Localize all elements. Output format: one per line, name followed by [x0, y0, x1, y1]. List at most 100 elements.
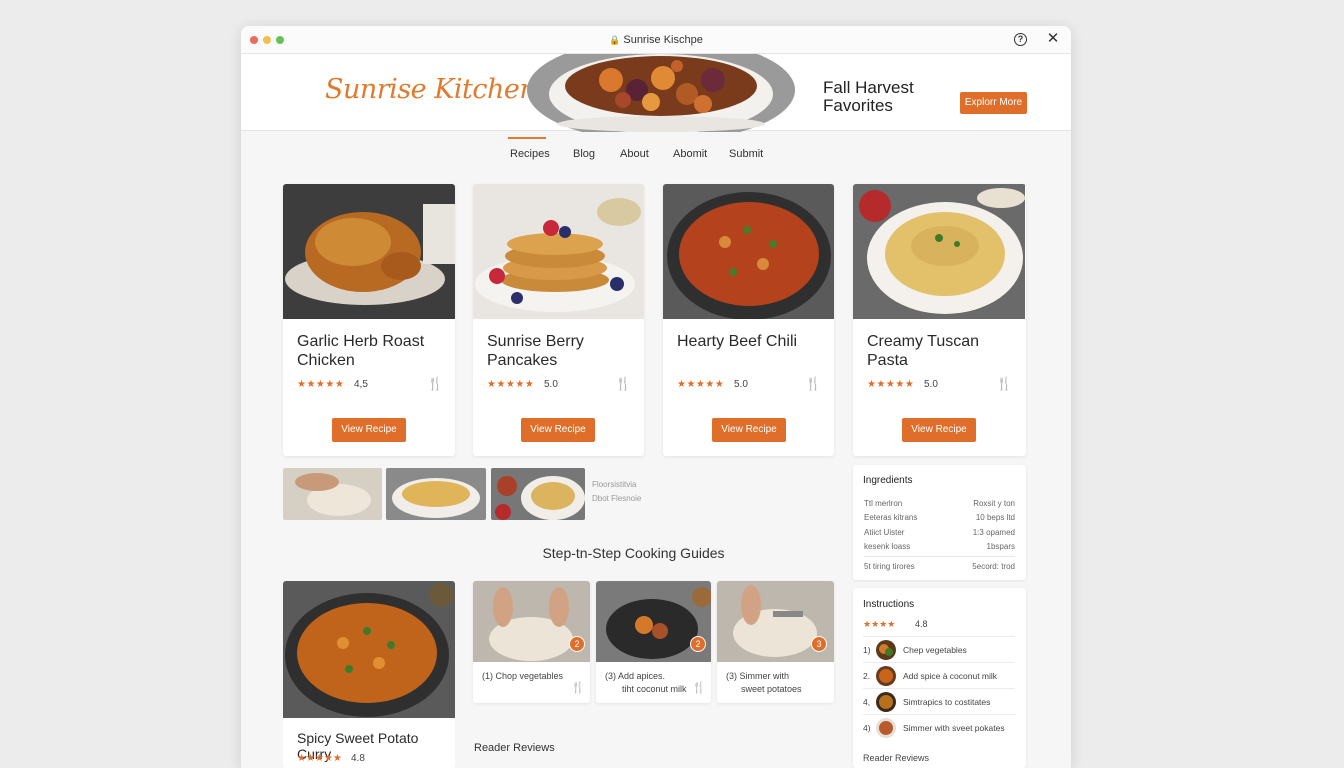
utensils-icon: 🍴	[427, 376, 444, 391]
step-number-badge: 2	[569, 636, 585, 652]
reader-reviews-heading: Reader Reviews	[474, 742, 555, 754]
rating-value: 5.0	[544, 379, 558, 390]
tuscan-pasta-photo	[853, 184, 1025, 319]
rating-value: 5.0	[924, 379, 938, 390]
instruction-number: 1)	[863, 645, 871, 655]
ingredient-row: Atiict Uister 1:3 opamed	[864, 528, 1015, 537]
recipe-card[interactable]: Sunrise Berry Pancakes ★★★★★ 5.0 🍴 View …	[473, 184, 644, 456]
nav-item-blog[interactable]: Blog	[573, 148, 595, 160]
hero-title: Fall Harvest Favorites	[823, 78, 914, 115]
nav-item-recipes[interactable]: Recipes	[510, 148, 550, 160]
ingredients-panel: Ingredients Ttl merlron Roxsit y ton Eete…	[853, 465, 1026, 580]
instructions-title: Instructions	[863, 599, 915, 610]
step-text-line: sweet potatoes	[741, 684, 802, 694]
instruction-text: Simtrapics to costitates	[903, 697, 991, 707]
star-rating: ★★★★★	[487, 379, 535, 390]
instruction-text: Chep vegetables	[903, 645, 967, 655]
thumbnail-caption: Floorsistitvia	[592, 480, 637, 489]
step-text-line: (1) Chop vegetables	[482, 671, 564, 681]
step-text: (3) Simmer with sweet potatoes	[726, 670, 816, 696]
star-rating: ★★★★★	[297, 379, 345, 390]
step-number-badge: 3	[811, 636, 827, 652]
ingredient-row: kesenk loass 1bspars	[864, 542, 1015, 551]
instruction-number: 2.	[863, 671, 871, 681]
ingredients-title: Ingredients	[863, 475, 913, 486]
instructions-panel: Instructions ★★★★ 4.8 1) Chep vegetables…	[853, 588, 1026, 768]
pasta-pot-thumbnail[interactable]	[386, 468, 486, 520]
instruction-row[interactable]: 1) Chep vegetables	[863, 636, 1015, 662]
beef-chili-photo	[663, 184, 834, 319]
instruction-number: 4,	[863, 697, 871, 707]
reader-reviews-link[interactable]: Reader Reviews	[863, 753, 929, 763]
ingredient-amount: 1bspars	[986, 542, 1015, 551]
step-card[interactable]: 2 (1) Chop vegetables 🍴	[473, 581, 590, 703]
ingredient-amount: 10 beps ltd	[975, 513, 1015, 522]
main-nav: Recipes Blog About Abomit Submit	[241, 136, 1071, 166]
thumbnail-caption: Dbot Flesnoie	[592, 494, 642, 503]
rating-value: 4,5	[354, 379, 368, 390]
browser-window: 🔒 Sunrise Kischpe ? ✕ Sunrise Kitchen Fa…	[241, 26, 1071, 768]
instruction-thumbnail	[876, 692, 896, 712]
ingredient-name: Ttl merlron	[864, 499, 903, 508]
utensils-icon: 🍴	[996, 376, 1013, 391]
step-text-line: (3) Simmer with	[726, 671, 790, 681]
dough-thumbnail[interactable]	[283, 468, 382, 520]
ingredient-amount: Roxsit y ton	[973, 499, 1015, 508]
step-card[interactable]: 2 (3) Add apices. tiht coconut milk 🍴	[596, 581, 711, 703]
hero-roasted-vegetables-image	[527, 54, 795, 132]
pasta-dish-thumbnail[interactable]	[491, 468, 585, 520]
ingredient-name: kesenk loass	[864, 542, 911, 551]
view-recipe-button[interactable]: View Recipe	[902, 418, 976, 442]
star-rating: ★★★★	[863, 619, 896, 629]
recipe-card[interactable]: Creamy Tuscan Pasta ★★★★★ 5.0 🍴 View Rec…	[853, 184, 1026, 456]
ingredient-row: 5t tiring tirores 5ecord: trod	[864, 562, 1015, 571]
step-text-line: (3) Add apices.	[605, 671, 666, 681]
utensils-icon: 🍴	[615, 376, 632, 391]
view-recipe-button[interactable]: View Recipe	[332, 418, 406, 442]
hero-banner: Sunrise Kitchen Fall Harvest Favorites E…	[241, 54, 1071, 132]
ingredient-name: Atiict Uister	[864, 528, 905, 537]
ingredient-row: Ttl merlron Roxsit y ton	[864, 499, 1015, 508]
utensils-icon: 🍴	[571, 682, 585, 694]
nav-item-about[interactable]: About	[620, 148, 649, 160]
recipe-card[interactable]: Garlic Herb Roast Chicken ★★★★★ 4,5 🍴 Vi…	[283, 184, 455, 456]
rating-value: 5.0	[734, 379, 748, 390]
active-tab-indicator	[508, 137, 546, 139]
instruction-thumbnail	[876, 666, 896, 686]
berry-pancakes-photo	[473, 184, 644, 319]
ingredient-amount: 5ecord: trod	[972, 562, 1015, 571]
rating-value: 4.8	[351, 753, 365, 764]
instruction-text: Simmer with sveet pokates	[903, 723, 1005, 733]
instruction-text: Add spice à coconut milk	[903, 671, 998, 681]
utensils-icon: 🍴	[692, 682, 706, 694]
step-text-line: tiht coconut milk	[622, 684, 687, 694]
step-text: (3) Add apices. tiht coconut milk	[605, 670, 695, 696]
roast-chicken-photo	[283, 184, 455, 319]
step-text: (1) Chop vegetables	[482, 670, 572, 683]
nav-item-submit[interactable]: Submit	[729, 148, 763, 160]
step-number-badge: 2	[690, 636, 706, 652]
instruction-thumbnail	[876, 718, 896, 738]
close-icon[interactable]: ✕	[1046, 31, 1060, 46]
utensils-icon: 🍴	[805, 376, 822, 391]
site-logo[interactable]: Sunrise Kitchen	[325, 74, 537, 105]
recipe-card[interactable]: Hearty Beef Chili ★★★★★ 5.0 🍴 View Recip…	[663, 184, 834, 456]
view-recipe-button[interactable]: View Recipe	[521, 418, 595, 442]
nav-item-abomit[interactable]: Abomit	[673, 148, 707, 160]
instruction-row[interactable]: 2. Add spice à coconut milk	[863, 662, 1015, 688]
recipe-title[interactable]: Garlic Herb Roast Chicken	[297, 332, 447, 370]
explore-more-button[interactable]: Explorr More	[960, 92, 1027, 114]
help-icon[interactable]: ?	[1014, 33, 1027, 46]
view-recipe-button[interactable]: View Recipe	[712, 418, 786, 442]
featured-recipe-card[interactable]: Spicy Sweet Potato Curry ★★★★★ 4.8	[283, 581, 455, 768]
rating-value: 4.8	[915, 619, 928, 629]
instruction-row[interactable]: 4, Simtrapics to costitates	[863, 688, 1015, 714]
recipe-title[interactable]: Creamy Tuscan Pasta	[867, 332, 1017, 370]
ingredient-name: 5t tiring tirores	[864, 562, 915, 571]
recipe-title[interactable]: Hearty Beef Chili	[677, 332, 827, 351]
star-rating: ★★★★★	[677, 379, 725, 390]
star-rating: ★★★★★	[297, 753, 342, 764]
recipe-title[interactable]: Sunrise Berry Pancakes	[487, 332, 637, 370]
step-card[interactable]: 3 (3) Simmer with sweet potatoes	[717, 581, 834, 703]
instruction-row[interactable]: 4) Simmer with sveet pokates	[863, 714, 1015, 740]
